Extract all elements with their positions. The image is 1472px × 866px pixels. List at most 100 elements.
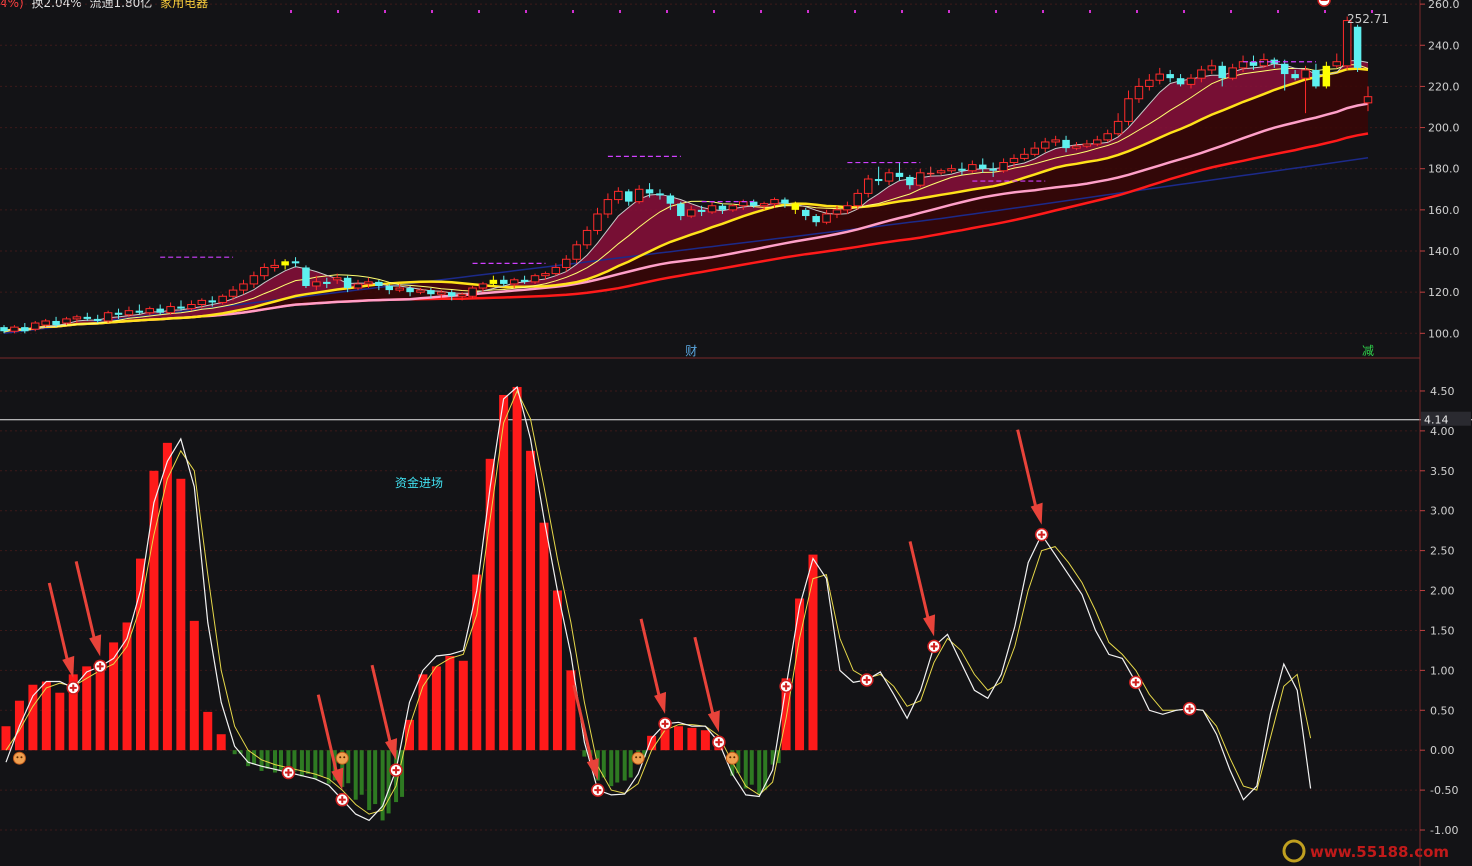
candle-body [593,213,602,231]
candle-body [562,258,571,268]
osc-bar [674,726,683,751]
candle-body [457,293,467,297]
candle-body [645,189,654,194]
candle-body [1145,79,1154,87]
price-tick-label: 140.0 [1428,245,1460,258]
osc-bar [367,750,372,811]
high-price-label: 252.71 [1347,12,1389,26]
osc-bar [373,750,378,805]
top-dot [1183,10,1185,13]
candle-body [124,310,134,316]
candle-body [83,316,92,319]
price-pane[interactable]: 252.71财减$ [0,3,1472,358]
candle-body [1134,85,1144,100]
candle-body [1176,78,1185,85]
top-dot [854,10,856,13]
osc-bar [176,478,186,751]
candle-body [177,306,185,309]
candle-body [1259,59,1269,67]
osc-tick-label: 2.00 [1430,585,1455,598]
osc-bar [582,750,587,757]
candle-body [978,164,987,169]
candle-body [677,203,685,217]
signal-arrow-head [586,758,599,781]
osc-bar [162,442,172,751]
osc-bar [203,711,213,751]
face-icon-eye [729,756,732,759]
top-dot [666,10,668,13]
osc-bar [1,726,11,751]
osc-tick-label: 1.50 [1430,624,1455,637]
candle-body [270,264,279,268]
face-icon-eye [635,756,638,759]
top-dot [948,10,950,13]
candle-body [416,289,425,293]
osc-tick-label: 0.00 [1430,744,1455,757]
osc-bar [445,655,455,751]
face-icon [725,751,739,765]
candle-body [1280,63,1289,75]
candle-body [323,281,331,284]
price-tick-label: 120.0 [1428,286,1460,299]
osc-tick-label: 4.00 [1430,425,1455,438]
candle-body [999,162,1008,172]
osc-bar [386,750,391,814]
candle-body [958,168,966,171]
osc-bar [512,386,522,751]
face-icon-eye [639,756,642,759]
candle-body [624,191,633,202]
candle-body [135,310,144,313]
price-tick-label: 100.0 [1428,327,1460,340]
candle-body [582,229,592,246]
top-dot [1089,10,1091,13]
candle-body [156,308,164,313]
candle-body [468,287,477,297]
osc-bar [526,450,536,751]
candle-body [72,316,82,320]
osc-bar [279,750,283,771]
osc-bar [552,590,562,751]
osc-bar [353,750,358,800]
candle-body [218,295,227,303]
candle-body [1124,98,1133,122]
face-icon [12,751,26,765]
osc-bar [539,522,549,751]
candle-body [343,277,352,289]
candle-body [718,205,727,210]
candle-body [520,279,529,282]
osc-bar [628,750,633,778]
osc-bar [622,750,627,781]
top-dot [478,10,480,13]
candle-body [1238,61,1248,69]
candle-body [291,261,300,264]
candle-body [385,285,394,291]
candle-body [500,279,508,284]
candle-body [489,279,498,284]
candle-body [968,164,977,172]
candle-body [530,275,540,283]
candle-body [509,279,519,285]
candle-body [260,266,269,277]
top-dot [713,10,715,13]
candle-body [1030,147,1040,155]
signal-arrow-head [1030,502,1043,525]
candle-body [781,199,789,204]
candle-body [916,172,925,186]
candle-body [1332,61,1342,67]
candle-body [832,209,842,215]
signal-arrow-head [62,655,75,678]
candle-body [437,291,446,295]
candle-body [1009,157,1019,164]
price-tick-label: 240.0 [1428,39,1460,52]
face-icon [631,751,645,765]
candle-body [1342,20,1352,67]
candle-body [1040,141,1050,149]
candle-body [801,209,810,217]
candle-body [1062,139,1070,149]
candle-body [353,283,363,289]
osc-bar [246,750,251,767]
face-icon-eye [733,756,736,759]
top-dot [290,10,292,13]
stock-chart[interactable]: 252.71财减$ 资金进场www.55188.com 100.0120.014… [0,0,1472,866]
candle-body [759,203,769,207]
